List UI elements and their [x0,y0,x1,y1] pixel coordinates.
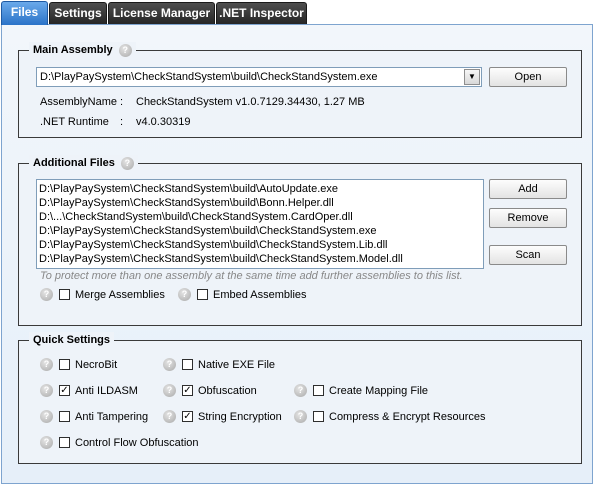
help-icon[interactable]: ? [40,384,53,397]
scan-button[interactable]: Scan [489,245,567,265]
string-encryption-checkbox[interactable]: ✓ [182,411,193,422]
runtime-sep: : [120,116,124,128]
additional-files-group: Additional Files ? D:\PlayPaySystem\Chec… [18,155,582,326]
anti-tampering-label: Anti Tampering [75,410,149,423]
help-icon[interactable]: ? [294,410,307,423]
compress-encrypt-label: Compress & Encrypt Resources [329,410,486,423]
quick-settings-title: Quick Settings [29,332,115,348]
merge-assemblies-label: Merge Assemblies [75,288,165,301]
quick-settings-title-text: Quick Settings [33,334,111,346]
main-assembly-path-combo[interactable]: D:\PlayPaySystem\CheckStandSystem\build\… [36,67,482,87]
main-assembly-path: D:\PlayPaySystem\CheckStandSystem\build\… [40,71,378,83]
additional-files-title: Additional Files ? [29,155,138,171]
anti-ildasm-label: Anti ILDASM [75,384,138,397]
embed-assemblies-label: Embed Assemblies [213,288,307,301]
native-exe-checkbox[interactable] [182,359,193,370]
necrobit-checkbox[interactable] [59,359,70,370]
help-icon[interactable]: ? [40,288,53,301]
anti-ildasm-checkbox[interactable]: ✓ [59,385,70,396]
assembly-name-row: AssemblyName: CheckStandSystem v1.0.7129.… [40,96,365,108]
help-icon[interactable]: ? [40,410,53,423]
help-icon[interactable]: ? [294,384,307,397]
tab-license-manager[interactable]: License Manager [108,2,215,24]
control-flow-label: Control Flow Obfuscation [75,436,199,449]
files-panel: Main Assembly ? D:\PlayPaySystem\CheckSt… [1,24,593,484]
anti-tampering-option[interactable]: ? Anti Tampering [40,410,148,423]
compress-encrypt-option[interactable]: ? Compress & Encrypt Resources [294,410,486,423]
open-button[interactable]: Open [489,67,567,87]
obfuscation-option[interactable]: ? ✓ Obfuscation [163,384,257,397]
chevron-down-icon[interactable]: ▼ [464,69,480,85]
control-flow-checkbox[interactable] [59,437,70,448]
list-item[interactable]: D:\PlayPaySystem\CheckStandSystem\build\… [39,182,483,196]
help-icon[interactable]: ? [118,43,132,57]
additional-files-list[interactable]: D:\PlayPaySystem\CheckStandSystem\build\… [36,179,484,269]
necrobit-label: NecroBit [75,358,118,371]
necrobit-option[interactable]: ? NecroBit [40,358,117,371]
native-exe-option[interactable]: ? Native EXE File [163,358,275,371]
native-exe-label: Native EXE File [198,358,276,371]
runtime-row: .NET Runtime: v4.0.30319 [40,116,190,128]
list-item[interactable]: D:\PlayPaySystem\CheckStandSystem\build\… [39,238,483,252]
runtime-value: v4.0.30319 [136,116,191,128]
list-item[interactable]: D:\PlayPaySystem\CheckStandSystem\build\… [39,252,483,266]
tab-settings[interactable]: Settings [49,2,107,24]
merge-assemblies-checkbox[interactable] [59,289,70,300]
assembly-name-key: AssemblyName [40,96,118,108]
help-icon[interactable]: ? [120,156,134,170]
tab-bar: Files Settings License Manager .NET Insp… [0,0,594,25]
help-icon[interactable]: ? [178,288,191,301]
tab-net-inspector[interactable]: .NET Inspector [216,2,307,24]
create-mapping-option[interactable]: ? Create Mapping File [294,384,428,397]
list-item[interactable]: D:\PlayPaySystem\CheckStandSystem\build\… [39,196,483,210]
remove-button[interactable]: Remove [489,208,567,228]
merge-assemblies-option[interactable]: ? Merge Assemblies [40,288,165,301]
anti-tampering-checkbox[interactable] [59,411,70,422]
assembly-name-sep: : [120,96,124,108]
runtime-key: .NET Runtime [40,116,109,128]
obfuscation-label: Obfuscation [198,384,257,397]
create-mapping-checkbox[interactable] [313,385,324,396]
multi-assembly-hint: To protect more than one assembly at the… [40,270,463,282]
help-icon[interactable]: ? [40,436,53,449]
tab-files[interactable]: Files [1,1,48,25]
quick-settings-group: Quick Settings ? NecroBit ? Native EXE F… [18,332,582,464]
obfuscation-checkbox[interactable]: ✓ [182,385,193,396]
create-mapping-label: Create Mapping File [329,384,429,397]
compress-encrypt-checkbox[interactable] [313,411,324,422]
main-assembly-group: Main Assembly ? D:\PlayPaySystem\CheckSt… [18,42,582,138]
help-icon[interactable]: ? [163,384,176,397]
add-button[interactable]: Add [489,179,567,199]
embed-assemblies-checkbox[interactable] [197,289,208,300]
help-icon[interactable]: ? [163,358,176,371]
list-item[interactable]: D:\...\CheckStandSystem\build\CheckStand… [39,210,483,224]
string-encryption-label: String Encryption [198,410,282,423]
help-icon[interactable]: ? [163,410,176,423]
string-encryption-option[interactable]: ? ✓ String Encryption [163,410,282,423]
anti-ildasm-option[interactable]: ? ✓ Anti ILDASM [40,384,138,397]
help-icon[interactable]: ? [40,358,53,371]
additional-files-title-text: Additional Files [33,157,115,169]
assembly-name-value: CheckStandSystem v1.0.7129.34430, 1.27 M… [136,96,365,108]
main-assembly-title-text: Main Assembly [33,44,113,56]
list-item[interactable]: D:\PlayPaySystem\CheckStandSystem\build\… [39,224,483,238]
main-assembly-title: Main Assembly ? [29,42,136,58]
control-flow-option[interactable]: ? Control Flow Obfuscation [40,436,199,449]
embed-assemblies-option[interactable]: ? Embed Assemblies [178,288,307,301]
